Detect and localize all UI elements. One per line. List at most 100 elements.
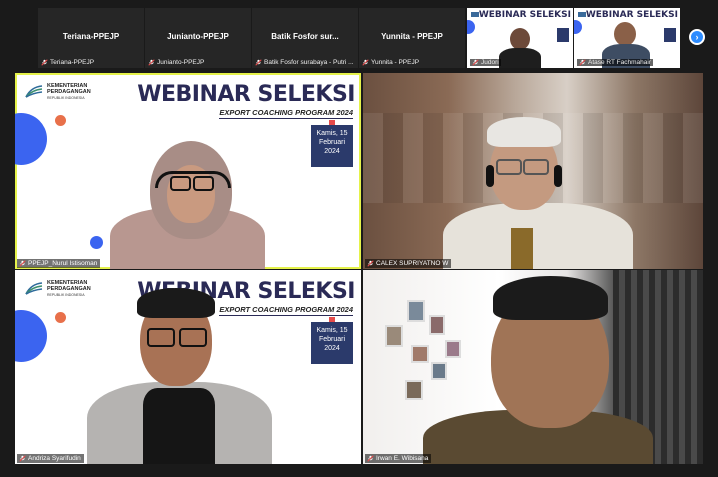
video-tile-4[interactable]: Irwan E. Wibisana [363,270,703,464]
decor-circle-blue [15,310,47,362]
wall-photo [407,300,425,322]
ministry-logo-icon [25,282,43,295]
participant-name: PPEJP_Nurul Istisoman [28,260,98,267]
glasses-left [147,328,175,347]
person-body [443,203,633,269]
participant-label: Teriana-PPEJP [41,59,94,66]
headset-right [554,165,562,187]
participant-label-text: Teriana-PPEJP [50,59,95,66]
glasses-right [523,159,549,175]
participant-label: Atase RT Fachmahair [577,59,653,66]
date-line-3: 2024 [324,345,340,352]
mic-muted-icon [19,455,26,462]
wall-photo [411,345,429,363]
video-tile-3[interactable]: KEMENTERIAN PERDAGANGAN REPUBLIK INDONES… [15,270,361,464]
person-hair [137,288,215,318]
participant-name: CALEX SUPRIYATNO W [376,260,449,267]
mic-muted-icon [148,59,155,66]
participant-label-text: Atase RT Fachmahair [588,59,651,66]
date-box-thumb [664,28,676,42]
participant-tile-4[interactable]: Yunnita - PPEJP Yunnita - PPEJP [359,8,465,68]
ministry-logo: KEMENTERIAN PERDAGANGAN REPUBLIK INDONES… [25,83,91,101]
slide-date-box: Kamis, 15 Februari 2024 [311,322,353,364]
ministry-logo: KEMENTERIAN PERDAGANGAN REPUBLIK INDONES… [25,280,91,298]
slide-program: EXPORT COACHING PROGRAM 2024 [219,305,353,316]
wall-photo [385,325,403,347]
mic-muted-icon [472,59,479,66]
headset [155,171,231,188]
video-tile-active-speaker[interactable]: KEMENTERIAN PERDAGANGAN REPUBLIK INDONES… [15,73,361,269]
video-tile-2[interactable]: CALEX SUPRIYATNO W [363,73,703,269]
participant-label-text: Judori [481,59,499,66]
decor-circle-blue [15,113,47,165]
mic-muted-icon [41,59,48,66]
participant-label: Batik Fosfor surabaya - Putri ... [255,59,354,66]
mic-muted-icon [579,59,586,66]
mic-muted-icon [367,260,374,267]
person-head [614,22,636,46]
participant-label: Junianto-PPEJP [148,59,204,66]
decor-circle [574,20,582,34]
glasses-right [179,328,207,347]
mic-muted-icon [255,59,262,66]
participant-tile-2[interactable]: Junianto-PPEJP Junianto-PPEJP [145,8,251,68]
ministry-name: KEMENTERIAN PERDAGANGAN REPUBLIK INDONES… [47,83,91,101]
mic-muted-icon [362,59,369,66]
logo-thumb [578,12,586,17]
participant-name-label: PPEJP_Nurul Istisoman [17,259,101,268]
ministry-logo-icon [25,85,43,98]
person-shirt [143,388,215,464]
headset-left [486,165,494,187]
participant-label-text: Junianto-PPEJP [157,59,205,66]
participant-name: Batik Fosfor sur... [271,32,339,41]
participant-label: Judori [470,59,501,66]
ministry-line-3: REPUBLIK INDONESIA [47,293,85,297]
date-box-thumb [557,28,569,42]
participant-tile-video-2[interactable]: WEBINAR SELEKSI Atase RT Fachmahair [574,8,680,68]
person-hair [493,276,608,320]
ministry-name: KEMENTERIAN PERDAGANGAN REPUBLIK INDONES… [47,280,91,298]
participant-name-label: CALEX SUPRIYATNO W [365,259,452,268]
participant-label-text: Yunnita - PPEJP [371,59,420,66]
slide-title: WEBINAR SELEKSI [137,82,355,107]
participant-name: Yunnita - PPEJP [381,32,443,41]
participant-label: Yunnita - PPEJP [362,59,419,66]
wall-photo [445,340,461,358]
slide-title-thumb: WEBINAR SELEKSI [478,10,571,20]
logo-thumb [471,12,479,17]
person-head [510,28,530,50]
participant-name-label: Andriza Syarifudin [17,454,84,463]
date-line-2: Februari [318,139,346,146]
participant-name: Irwan E. Wibisana [376,455,429,462]
participant-name: Andriza Syarifudin [28,455,81,462]
next-page-button[interactable]: › [689,29,705,45]
glasses-left [496,159,522,175]
wall-photo [431,362,447,380]
person-body [499,48,541,68]
slide-title-thumb: WEBINAR SELEKSI [585,10,678,20]
participant-tile-1[interactable]: Teriana-PPEJP Teriana-PPEJP [38,8,144,68]
date-line-2: Februari [318,336,346,343]
wall-photo [405,380,423,400]
wall-photo [429,315,445,335]
decor-circle [467,20,475,34]
participant-name: Teriana-PPEJP [62,32,120,41]
chevron-right-icon: › [695,32,699,42]
decor-circle-blue-small [90,236,103,249]
person-hair [487,117,561,147]
participant-tile-3[interactable]: Batik Fosfor sur... Batik Fosfor surabay… [252,8,358,68]
participant-label-text: Batik Fosfor surabaya - Putri ... [264,59,354,66]
decor-circle-orange [55,312,66,323]
mic-muted-icon [367,455,374,462]
participant-name: Junianto-PPEJP [167,32,229,41]
participant-strip: Teriana-PPEJP Teriana-PPEJP Junianto-PPE… [38,8,681,68]
slide-date-box: Kamis, 15 Februari 2024 [311,125,353,167]
ministry-line-3: REPUBLIK INDONESIA [47,96,85,100]
date-line-1: Kamis, 15 [316,327,348,334]
participant-name-label: Irwan E. Wibisana [365,454,432,463]
decor-circle-orange [55,115,66,126]
mic-muted-icon [19,260,26,267]
person-tie [511,228,533,269]
slide-program: EXPORT COACHING PROGRAM 2024 [219,108,353,119]
participant-tile-video-1[interactable]: WEBINAR SELEKSI Judori [467,8,573,68]
